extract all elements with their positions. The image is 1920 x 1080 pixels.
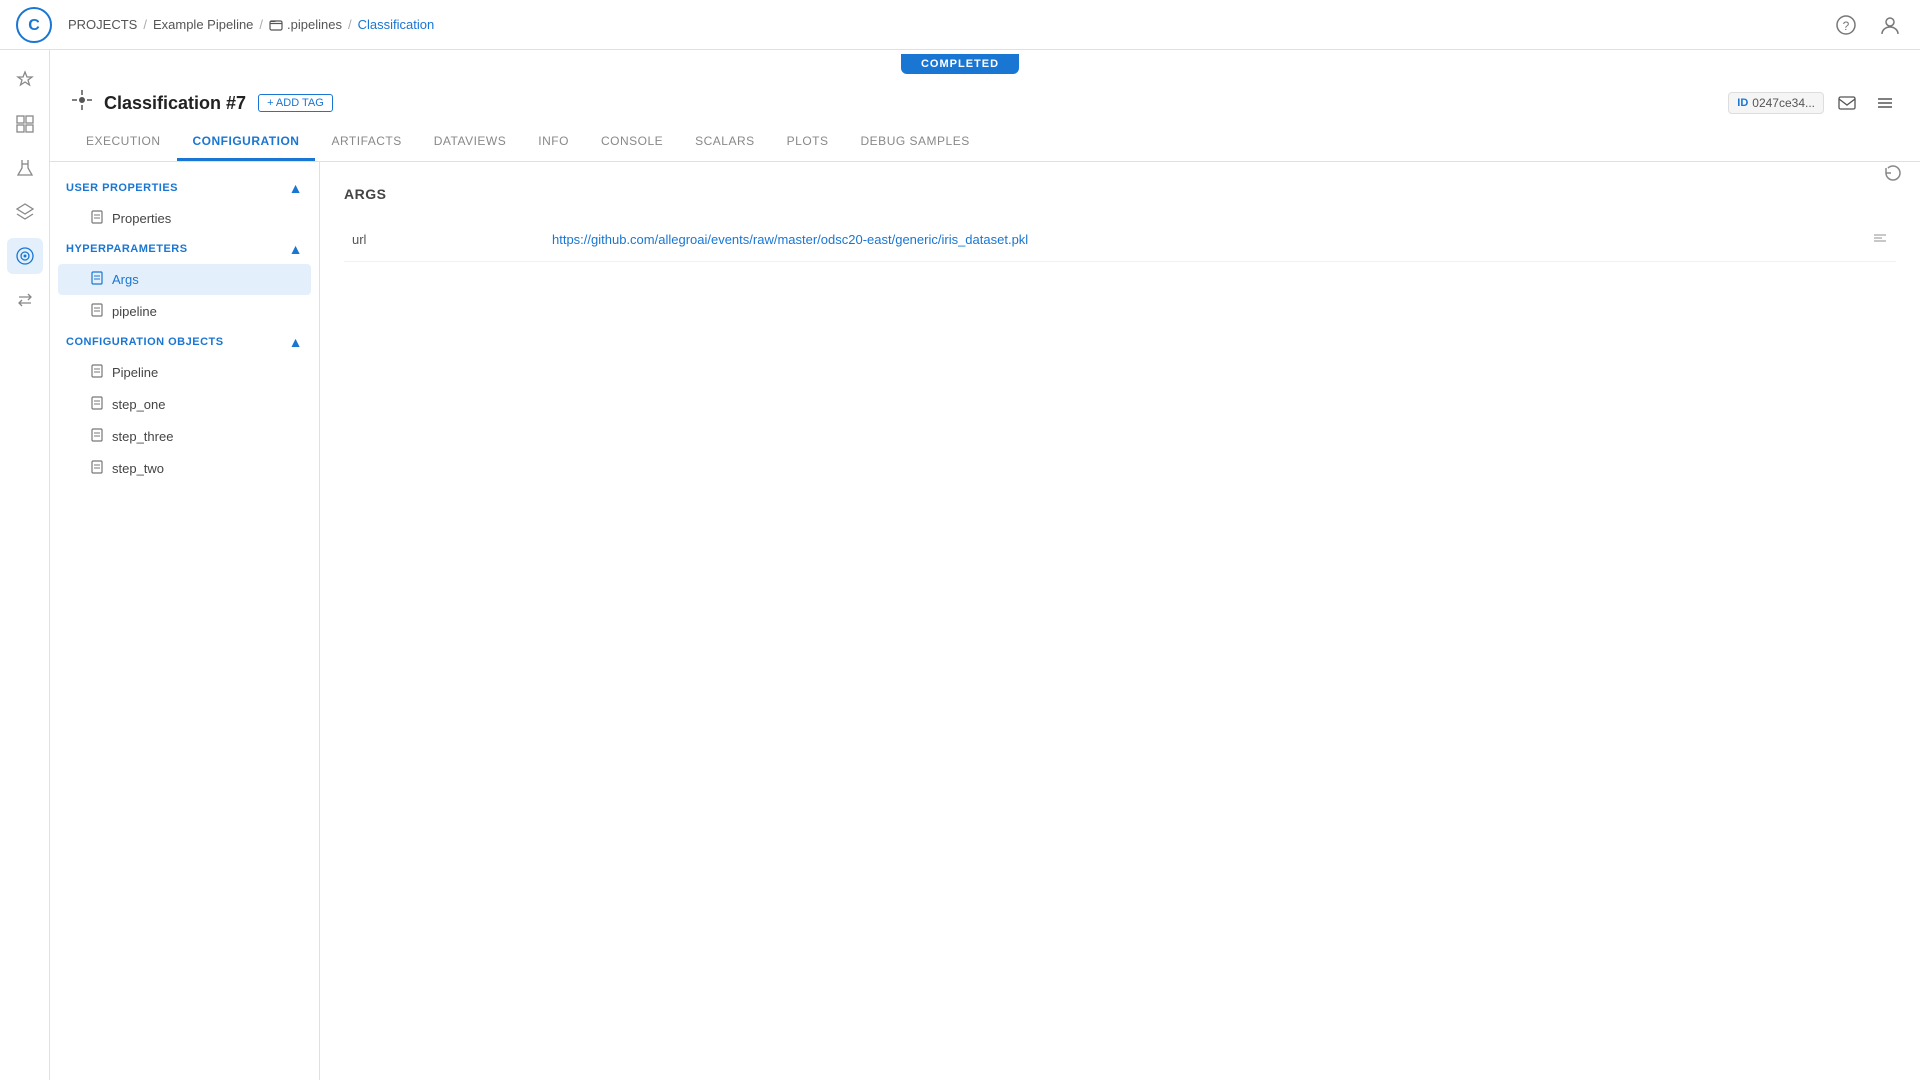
- sidebar-icon-swap[interactable]: [7, 282, 43, 318]
- chevron-user-properties: ▲: [289, 180, 303, 196]
- task-title: Classification #7: [104, 93, 246, 114]
- breadcrumb-classification[interactable]: Classification: [358, 17, 435, 32]
- menu-icon[interactable]: [1870, 88, 1900, 118]
- tab-execution[interactable]: EXECUTION: [70, 124, 177, 161]
- sidebar-label-pipeline-hyper: pipeline: [112, 304, 157, 319]
- tab-artifacts[interactable]: ARTIFACTS: [315, 124, 417, 161]
- task-title-row: Classification #7 + ADD TAG ID 0247ce34.…: [70, 88, 1900, 118]
- reload-icon[interactable]: [1882, 162, 1904, 187]
- section-header-user-properties[interactable]: USER PROPERTIES ▲: [50, 174, 319, 202]
- doc-icon-step-two: [90, 460, 104, 477]
- breadcrumb: PROJECTS / Example Pipeline / .pipelines…: [68, 17, 434, 32]
- section-label-user-properties: USER PROPERTIES: [66, 182, 178, 194]
- section-items-config-objects: Pipeline step_one step_three: [50, 357, 319, 484]
- sidebar-item-pipeline-obj[interactable]: Pipeline: [58, 357, 311, 388]
- section-items-hyperparameters: Args pipeline: [50, 264, 319, 327]
- section-label-hyperparameters: HYPERPARAMETERS: [66, 243, 188, 255]
- breadcrumb-pipelines-folder[interactable]: .pipelines: [269, 17, 342, 32]
- topbar-right: ?: [1832, 11, 1904, 39]
- app-logo[interactable]: C: [16, 7, 52, 43]
- tab-scalars[interactable]: SCALARS: [679, 124, 771, 161]
- task-id-value: 0247ce34...: [1752, 96, 1815, 110]
- breadcrumb-pipeline[interactable]: Example Pipeline: [153, 17, 253, 32]
- tab-plots[interactable]: PLOTS: [771, 124, 845, 161]
- sidebar-icon-experiment[interactable]: [7, 150, 43, 186]
- table-row: url https://github.com/allegroai/events/…: [344, 218, 1896, 262]
- args-table: url https://github.com/allegroai/events/…: [344, 218, 1896, 262]
- task-type-icon: [70, 88, 94, 118]
- id-label: ID: [1737, 97, 1748, 109]
- doc-icon-args: [90, 271, 104, 288]
- tabs-row: EXECUTION CONFIGURATION ARTIFACTS DATAVI…: [70, 124, 1900, 161]
- tab-configuration[interactable]: CONFIGURATION: [177, 124, 316, 161]
- user-icon[interactable]: [1876, 11, 1904, 39]
- sidebar-label-args: Args: [112, 272, 139, 287]
- sidebar-label-pipeline-obj: Pipeline: [112, 365, 158, 380]
- section-header-hyperparameters[interactable]: HYPERPARAMETERS ▲: [50, 235, 319, 263]
- task-header: Classification #7 + ADD TAG ID 0247ce34.…: [50, 78, 1920, 162]
- email-icon[interactable]: [1832, 88, 1862, 118]
- side-panel: USER PROPERTIES ▲ Properties HYPERPARAME…: [50, 162, 320, 1080]
- doc-icon-properties: [90, 210, 104, 227]
- sidebar-label-step-one: step_one: [112, 397, 166, 412]
- help-icon[interactable]: ?: [1832, 11, 1860, 39]
- doc-icon-step-three: [90, 428, 104, 445]
- sidebar-item-step-three[interactable]: step_three: [58, 421, 311, 452]
- add-tag-button[interactable]: + ADD TAG: [258, 94, 333, 112]
- sidebar-label-step-two: step_two: [112, 461, 164, 476]
- topbar: C PROJECTS / Example Pipeline / .pipelin…: [0, 0, 1920, 50]
- section-header-config-objects[interactable]: CONFIGURATION OBJECTS ▲: [50, 328, 319, 356]
- sidebar-icon-target[interactable]: [7, 238, 43, 274]
- tab-dataviews[interactable]: DATAVIEWS: [418, 124, 523, 161]
- sidebar-label-step-three: step_three: [112, 429, 173, 444]
- chevron-hyperparameters: ▲: [289, 241, 303, 257]
- sidebar-icon-layers[interactable]: [7, 194, 43, 230]
- sidebar-item-step-one[interactable]: step_one: [58, 389, 311, 420]
- arg-value-url: https://github.com/allegroai/events/raw/…: [544, 218, 1856, 262]
- args-section-title: ARGS: [344, 186, 1896, 202]
- arg-key-url: url: [344, 218, 544, 262]
- arg-action-url[interactable]: [1856, 218, 1896, 262]
- sidebar-item-pipeline-hyper[interactable]: pipeline: [58, 296, 311, 327]
- tab-debug-samples[interactable]: DEBUG SAMPLES: [845, 124, 986, 161]
- task-header-right: ID 0247ce34...: [1728, 88, 1900, 118]
- completed-badge: COMPLETED: [901, 54, 1019, 74]
- left-sidebar: [0, 50, 50, 1080]
- main-panel: ARGS url https://github.com/allegroai/ev…: [320, 162, 1920, 1080]
- sidebar-item-properties[interactable]: Properties: [58, 203, 311, 234]
- sidebar-item-step-two[interactable]: step_two: [58, 453, 311, 484]
- section-items-user-properties: Properties: [50, 203, 319, 234]
- doc-icon-step-one: [90, 396, 104, 413]
- main-container: Classification #7 + ADD TAG ID 0247ce34.…: [50, 78, 1920, 1080]
- doc-icon-pipeline-hyper: [90, 303, 104, 320]
- task-id-badge: ID 0247ce34...: [1728, 92, 1824, 114]
- tab-console[interactable]: CONSOLE: [585, 124, 679, 161]
- sidebar-item-args[interactable]: Args: [58, 264, 311, 295]
- section-label-config-objects: CONFIGURATION OBJECTS: [66, 336, 224, 348]
- completed-banner: COMPLETED: [0, 50, 1920, 78]
- content-area: USER PROPERTIES ▲ Properties HYPERPARAME…: [50, 162, 1920, 1080]
- tab-info[interactable]: INFO: [522, 124, 585, 161]
- sidebar-label-properties: Properties: [112, 211, 171, 226]
- svg-text:?: ?: [1843, 19, 1850, 33]
- sidebar-icon-grid[interactable]: [7, 106, 43, 142]
- doc-icon-pipeline-obj: [90, 364, 104, 381]
- chevron-config-objects: ▲: [289, 334, 303, 350]
- breadcrumb-projects[interactable]: PROJECTS: [68, 17, 137, 32]
- svg-text:C: C: [28, 17, 40, 34]
